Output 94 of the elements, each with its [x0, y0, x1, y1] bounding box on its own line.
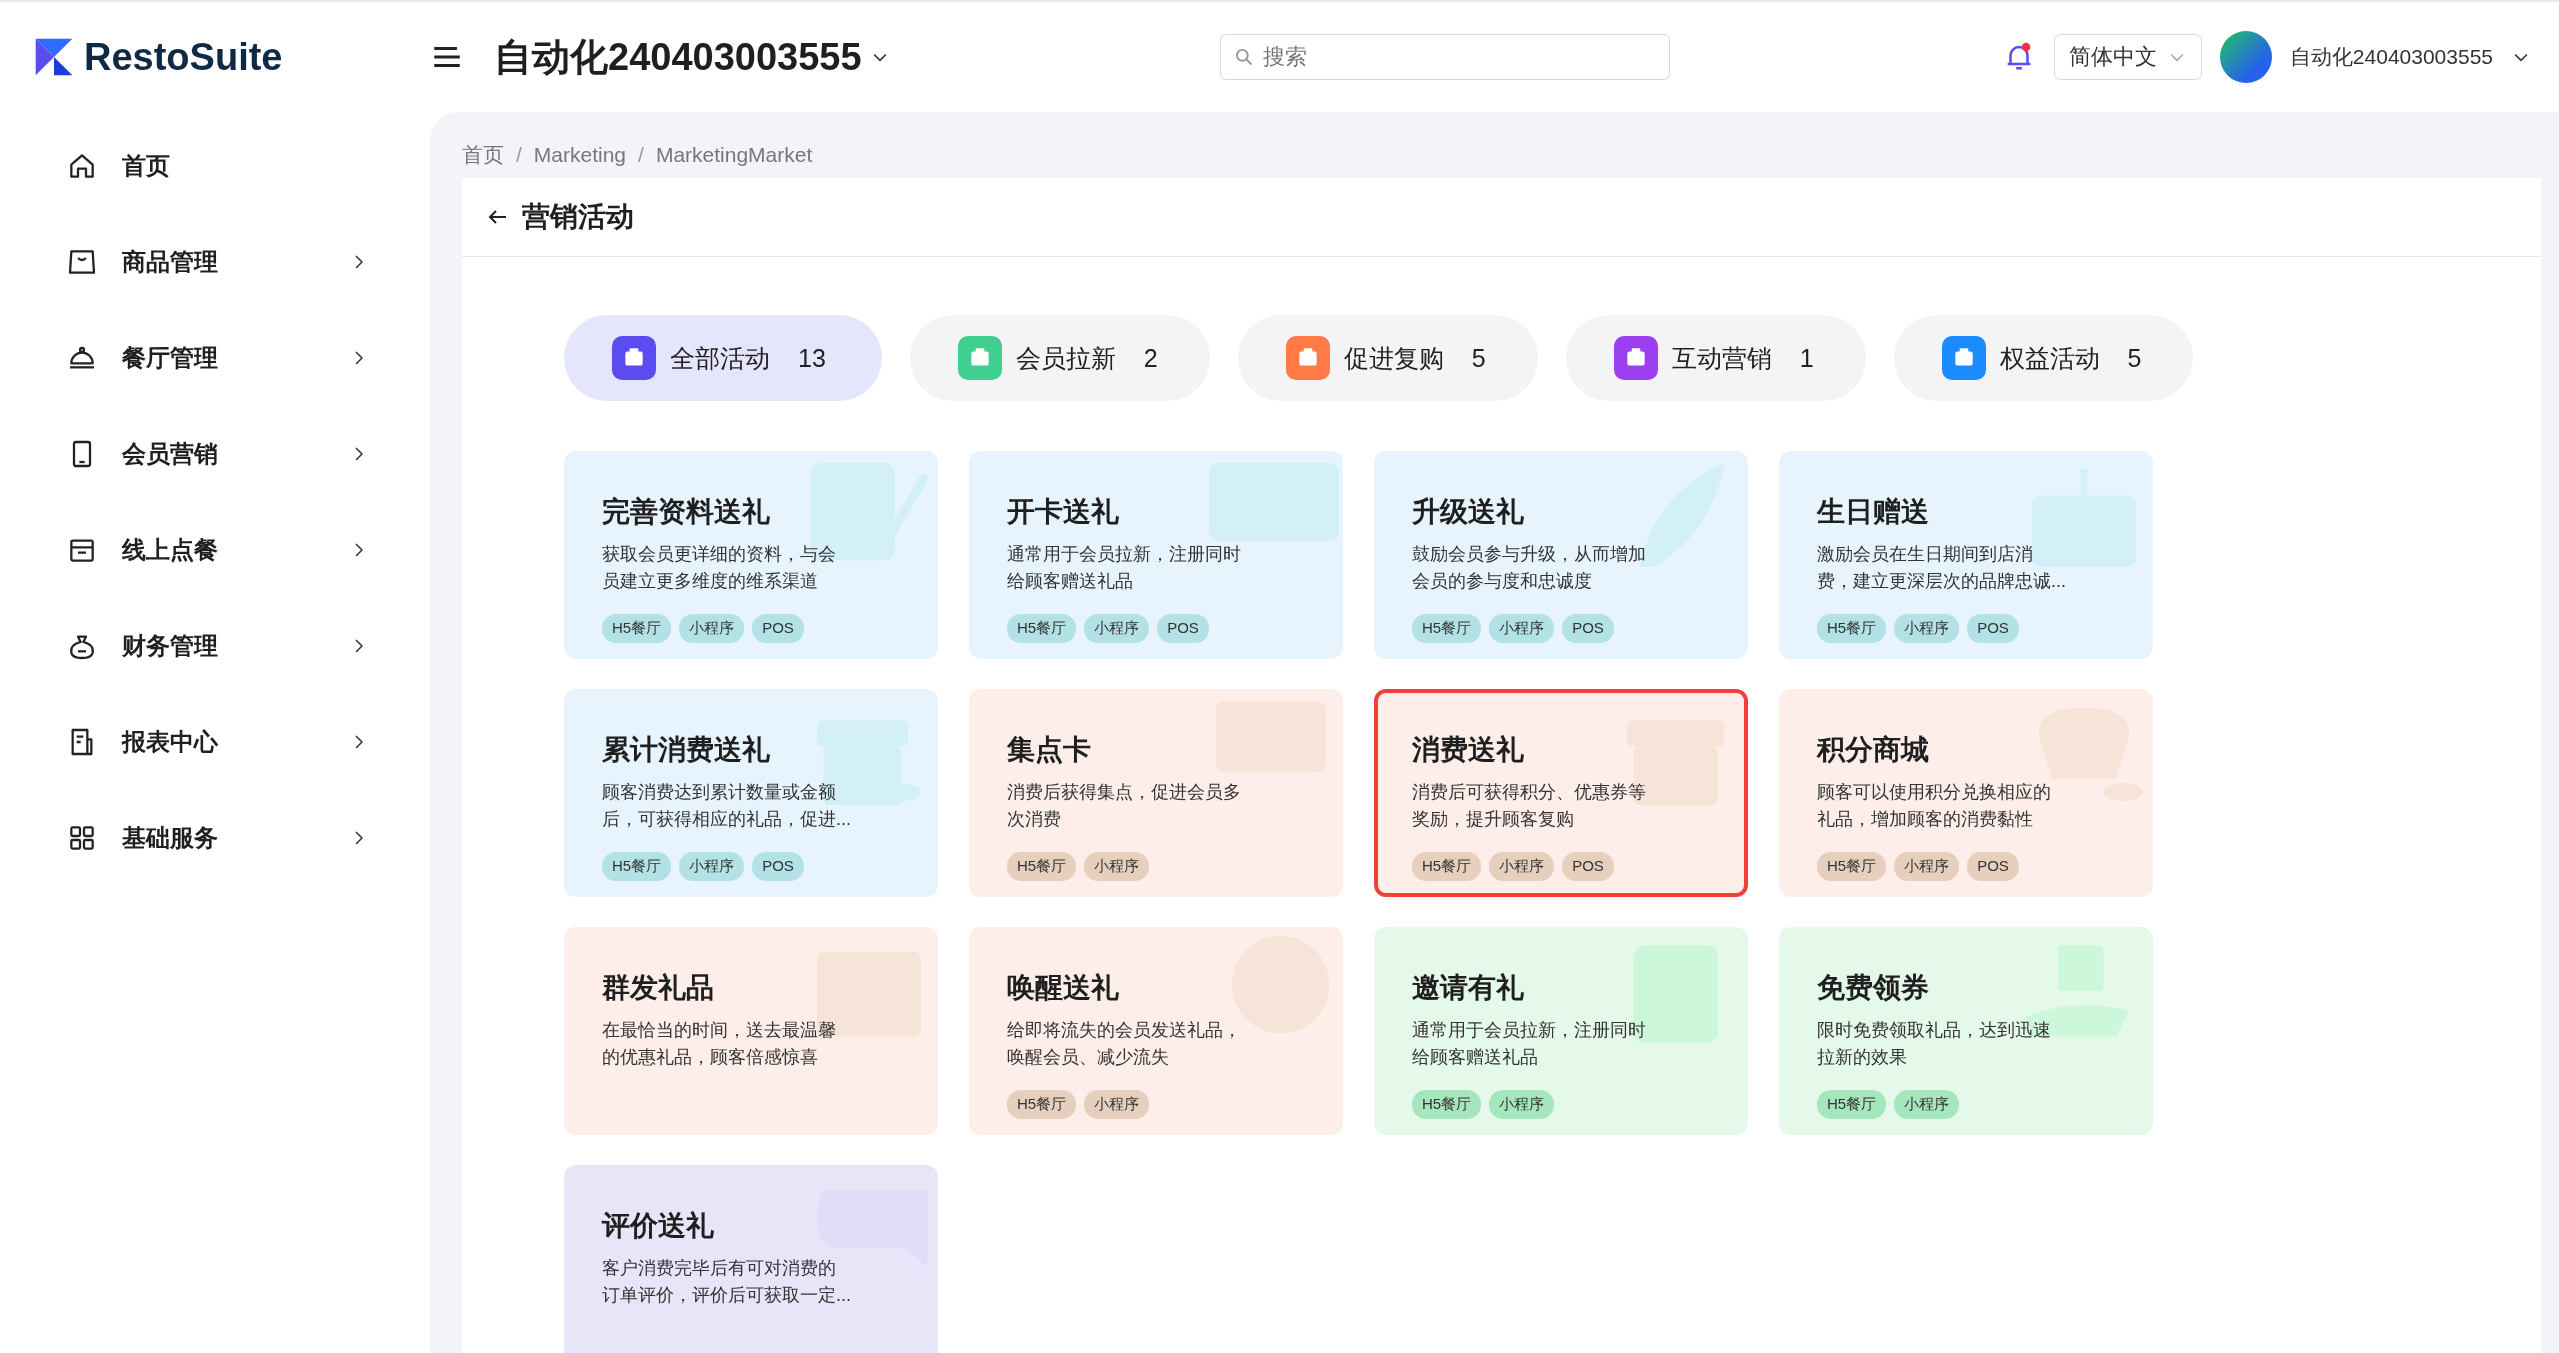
channel-tag: 小程序 [1084, 1090, 1150, 1119]
card-title: 积分商城 [1817, 733, 1930, 767]
card-title: 群发礼品 [602, 971, 715, 1005]
channel-tag: 小程序 [1489, 614, 1555, 643]
channel-tag: 小程序 [1894, 852, 1960, 881]
channel-tag: H5餐厅 [1412, 852, 1482, 881]
channel-tag: POS [752, 614, 804, 643]
channel-tag: H5餐厅 [1817, 852, 1887, 881]
channel-tag: 小程序 [679, 614, 745, 643]
category-tab[interactable]: 全部活动 13 [564, 315, 882, 401]
channel-tag: 小程序 [1489, 1090, 1555, 1119]
channel-tag: 小程序 [1894, 614, 1960, 643]
card-description: 通常用于会员拉新，注册同时给顾客赠送礼品 [1007, 543, 1242, 593]
category-tab[interactable]: 会员拉新 2 [909, 315, 1210, 401]
breadcrumb-link[interactable]: Marketing [533, 143, 627, 167]
activity-card[interactable]: 生日赠送 激励会员在生日期间到店消费，建立更深层次的品牌忠诚... H5餐厅 小程序 POS [1779, 451, 2153, 659]
channel-tag: H5餐厅 [1817, 1090, 1887, 1119]
card-title: 完善资料送礼 [602, 495, 771, 529]
search-field[interactable]: 搜索 [1219, 34, 1670, 80]
card-title: 邀请有礼 [1412, 971, 1525, 1005]
card-title: 累计消费送礼 [602, 733, 771, 767]
channel-tag: POS [1967, 614, 2019, 643]
sidebar-item[interactable]: 报表中心 [0, 694, 430, 790]
card-description: 激励会员在生日期间到店消费，建立更深层次的品牌忠诚... [1817, 543, 2067, 593]
card-description: 在最恰当的时间，送去最温馨的优惠礼品，顾客倍感惊喜 [602, 1019, 837, 1069]
channel-tag: H5餐厅 [1007, 852, 1077, 881]
card-title: 消费送礼 [1412, 733, 1525, 767]
activity-card[interactable]: 累计消费送礼 顾客消费达到累计数量或金额后，可获得相应的礼品，促进... H5餐厅 小程序 POS [564, 689, 938, 897]
brand-name: RestoSuite [84, 35, 283, 79]
activity-card[interactable]: 消费送礼 消费后可获得积分、优惠券等奖励，提升顾客复购 H5餐厅 小程序 POS [1374, 689, 1748, 897]
channel-tag: 小程序 [1489, 852, 1555, 881]
channel-tag: H5餐厅 [1007, 614, 1077, 643]
channel-tag: H5餐厅 [602, 614, 672, 643]
channel-tag: H5餐厅 [1007, 1090, 1077, 1119]
activity-card[interactable]: 升级送礼 鼓励会员参与升级，从而增加会员的参与度和忠诚度 H5餐厅 小程序 POS [1374, 451, 1748, 659]
sidebar-item[interactable]: 财务管理 [0, 598, 430, 694]
channel-tag: H5餐厅 [1412, 614, 1482, 643]
sidebar-item[interactable]: 会员营销 [0, 406, 430, 502]
activity-card[interactable]: 完善资料送礼 获取会员更详细的资料，与会员建立更多维度的维系渠道 H5餐厅 小程序 POS [564, 451, 938, 659]
sidebar-item[interactable]: 商品管理 [0, 214, 430, 310]
card-description: 通常用于会员拉新，注册同时给顾客赠送礼品 [1412, 1019, 1647, 1069]
card-description: 给即将流失的会员发送礼品，唤醒会员、减少流失 [1007, 1019, 1242, 1069]
channel-tag: 小程序 [1084, 852, 1150, 881]
channel-tag: H5餐厅 [602, 852, 672, 881]
activity-card[interactable]: 唤醒送礼 给即将流失的会员发送礼品，唤醒会员、减少流失 H5餐厅 小程序 [969, 927, 1343, 1135]
avatar[interactable] [2219, 31, 2272, 83]
card-description: 顾客消费达到累计数量或金额后，可获得相应的礼品，促进... [602, 781, 852, 831]
breadcrumb-separator: / [638, 143, 644, 167]
card-description: 消费后获得集点，促进会员多次消费 [1007, 781, 1242, 831]
card-title: 集点卡 [1007, 733, 1092, 767]
category-tab[interactable]: 促进复购 5 [1237, 315, 1538, 401]
card-title: 唤醒送礼 [1007, 971, 1120, 1005]
breadcrumb-link[interactable]: 首页 [462, 141, 504, 169]
activity-card[interactable]: 评价送礼 客户消费完毕后有可对消费的订单评价，评价后可获取一定... [564, 1165, 938, 1353]
channel-tag: 小程序 [679, 852, 745, 881]
activity-card[interactable]: 邀请有礼 通常用于会员拉新，注册同时给顾客赠送礼品 H5餐厅 小程序 [1374, 927, 1748, 1135]
breadcrumb-link[interactable]: MarketingMarket [655, 143, 813, 167]
breadcrumb-separator: / [516, 143, 522, 167]
card-title: 评价送礼 [602, 1209, 715, 1243]
card-description: 鼓励会员参与升级，从而增加会员的参与度和忠诚度 [1412, 543, 1647, 593]
card-title: 生日赠送 [1817, 495, 1930, 529]
user-name[interactable]: 自动化240403003555 [2289, 43, 2493, 71]
channel-tag: 小程序 [1084, 614, 1150, 643]
card-description: 获取会员更详细的资料，与会员建立更多维度的维系渠道 [602, 543, 837, 593]
activity-card[interactable]: 集点卡 消费后获得集点，促进会员多次消费 H5餐厅 小程序 [969, 689, 1343, 897]
language-select[interactable]: 简体中文 [2053, 34, 2202, 80]
sidebar-item[interactable]: 首页 [0, 118, 430, 214]
card-description: 消费后可获得积分、优惠券等奖励，提升顾客复购 [1412, 781, 1647, 831]
activity-card[interactable]: 开卡送礼 通常用于会员拉新，注册同时给顾客赠送礼品 H5餐厅 小程序 POS [969, 451, 1343, 659]
activity-card[interactable]: 免费领券 限时免费领取礼品，达到迅速拉新的效果 H5餐厅 小程序 [1779, 927, 2153, 1135]
search-icon [1233, 47, 1254, 67]
card-title: 升级送礼 [1412, 495, 1525, 529]
channel-tag: H5餐厅 [1412, 1090, 1482, 1119]
channel-tag: POS [1562, 614, 1614, 643]
store-selector[interactable]: 自动化240403003555 [494, 31, 890, 83]
card-description: 客户消费完毕后有可对消费的订单评价，评价后可获取一定... [602, 1257, 852, 1307]
channel-tag: POS [1967, 852, 2019, 881]
sidebar-item[interactable]: 餐厅管理 [0, 310, 430, 406]
channel-tag: H5餐厅 [1817, 614, 1887, 643]
card-title: 免费领券 [1817, 971, 1930, 1005]
category-tab[interactable]: 权益活动 5 [1893, 315, 2194, 401]
category-tab[interactable]: 互动营销 1 [1565, 315, 1866, 401]
page-title: 营销活动 [522, 200, 634, 234]
card-description: 限时免费领取礼品，达到迅速拉新的效果 [1817, 1019, 2052, 1069]
card-title: 开卡送礼 [1007, 495, 1120, 529]
channel-tag: 小程序 [1894, 1090, 1960, 1119]
sidebar-item[interactable]: 基础服务 [0, 790, 430, 886]
activity-card[interactable]: 积分商城 顾客可以使用积分兑换相应的礼品，增加顾客的消费黏性 H5餐厅 小程序 POS [1779, 689, 2153, 897]
activity-card[interactable]: 群发礼品 在最恰当的时间，送去最温馨的优惠礼品，顾客倍感惊喜 [564, 927, 938, 1135]
channel-tag: POS [1562, 852, 1614, 881]
card-description: 顾客可以使用积分兑换相应的礼品，增加顾客的消费黏性 [1817, 781, 2052, 831]
channel-tag: POS [1157, 614, 1209, 643]
channel-tag: POS [752, 852, 804, 881]
sidebar-item[interactable]: 线上点餐 [0, 502, 430, 598]
